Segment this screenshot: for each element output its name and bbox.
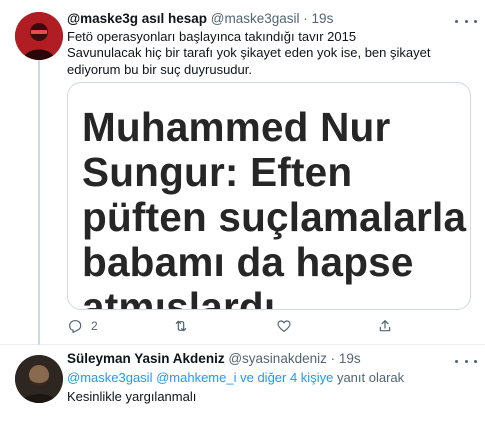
display-name[interactable]: @maske3g asıl hesap <box>67 11 207 26</box>
reply-timestamp[interactable]: 19s <box>339 351 361 366</box>
retweet-icon <box>175 320 187 332</box>
replying-to: @maske3gasil @mahkeme_i ve diğer 4 kişiy… <box>67 369 404 386</box>
media-line: püften suçlamalarla <box>82 194 467 240</box>
reply-avatar[interactable] <box>15 355 63 403</box>
mention-link[interactable]: @maske3gasil <box>67 370 152 385</box>
share-icon <box>379 320 391 332</box>
mention-link[interactable]: @mahkeme_i <box>156 370 236 385</box>
tweet-text-line-2: Savunulacak hiç bir tarafı yok şikayet e… <box>67 45 431 77</box>
avatar-image <box>15 12 63 60</box>
more-icon[interactable] <box>455 354 477 368</box>
reply-count: 2 <box>91 319 98 333</box>
like-button[interactable] <box>276 318 300 334</box>
separator-dot: · <box>303 11 308 26</box>
avatar[interactable] <box>15 12 63 60</box>
tweet-text-line-1: Fetö operasyonları başlayınca takındığı … <box>67 29 357 44</box>
thread-line <box>38 53 40 345</box>
media-line: babamı da hapse <box>82 239 414 285</box>
media-line: Muhammed Nur <box>82 104 391 150</box>
like-icon <box>277 320 291 332</box>
media-line: atmışlardı <box>82 284 276 310</box>
separator-dot: · <box>330 351 336 366</box>
action-bar: 2 <box>67 318 427 336</box>
media-image[interactable]: Muhammed Nur Sungur: Eften püften suçlam… <box>67 82 471 310</box>
reply-user-handle[interactable]: @syasinakdeniz <box>228 351 327 366</box>
avatar-image <box>15 355 63 403</box>
tweet-main[interactable]: @maske3g asıl hesap @maske3gasil · 19s F… <box>0 0 485 345</box>
retweet-button[interactable] <box>173 318 197 334</box>
more-icon[interactable] <box>455 14 477 28</box>
reply-header: Süleyman Yasin Akdeniz @syasinakdeniz · … <box>67 350 361 368</box>
timestamp[interactable]: 19s <box>312 11 334 26</box>
reply-button[interactable]: 2 <box>67 318 98 334</box>
tweet-header: @maske3g asıl hesap @maske3gasil · 19s <box>67 10 333 28</box>
media-line: Sungur: Eften <box>82 149 353 195</box>
reply-display-name[interactable]: Süleyman Yasin Akdeniz <box>67 351 225 366</box>
reply-icon <box>69 320 82 333</box>
user-handle[interactable]: @maske3gasil <box>211 11 300 26</box>
replying-to-suffix: yanıt olarak <box>336 370 405 385</box>
media-headline: Muhammed Nur Sungur: Eften püften suçlam… <box>82 104 467 310</box>
share-button[interactable] <box>377 318 393 334</box>
others-link[interactable]: ve diğer 4 kişiye <box>240 370 333 385</box>
reply-text: Kesinlikle yargılanmalı <box>67 389 197 404</box>
